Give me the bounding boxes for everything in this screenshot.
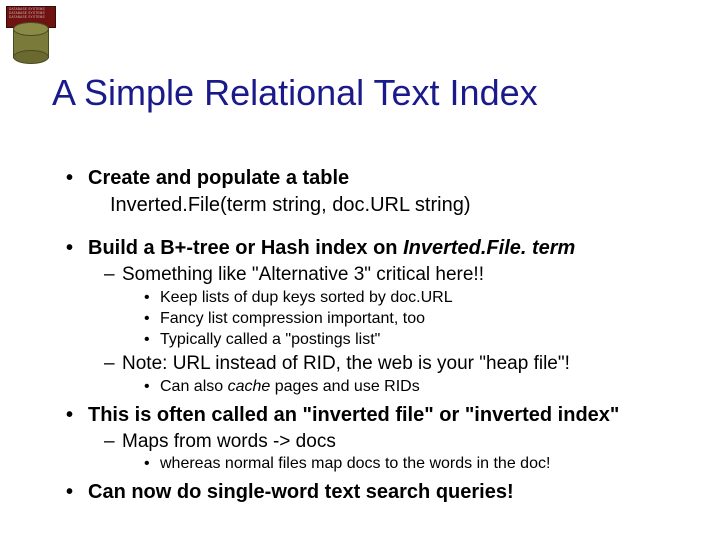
bullet-text: pages and use RIDs — [270, 378, 419, 395]
bullet-text: Typically called a "postings list" — [160, 331, 380, 348]
slide-body: Create and populate a table Inverted.Fil… — [64, 160, 690, 505]
bullet-text: Can also — [160, 378, 228, 395]
logo-line: DATABASE SYSTEMS — [9, 15, 45, 19]
bullet-text: This is often called an "inverted file" … — [88, 404, 619, 426]
slide: DATABASE SYSTEMS DATABASE SYSTEMS DATABA… — [0, 0, 720, 540]
logo: DATABASE SYSTEMS DATABASE SYSTEMS DATABA… — [6, 6, 56, 58]
subsub-compression: Fancy list compression important, too — [64, 309, 690, 329]
subsub-cache: Can also cache pages and use RIDs — [64, 377, 690, 397]
subsub-normal-files: whereas normal files map docs to the wor… — [64, 454, 690, 474]
subbullet-url-rid: Note: URL instead of RID, the web is you… — [64, 352, 690, 376]
bullet-text: whereas normal files map docs to the wor… — [160, 455, 550, 472]
bullet-text: Build a B+-tree or Hash index on — [88, 237, 403, 259]
logo-text: DATABASE SYSTEMS DATABASE SYSTEMS DATABA… — [9, 7, 45, 19]
bullet-text-em: Inverted.File. term — [403, 237, 575, 259]
bullet-text: Create and populate a table — [88, 167, 349, 189]
slide-title: A Simple Relational Text Index — [52, 72, 538, 114]
bullet-text: Something like "Alternative 3" critical … — [122, 264, 484, 285]
bullet-inverted-file: This is often called an "inverted file" … — [64, 403, 690, 428]
bullet-text: Maps from words -> docs — [122, 431, 336, 452]
bullet-single-word: Can now do single-word text search queri… — [64, 480, 690, 505]
subbullet-maps: Maps from words -> docs — [64, 430, 690, 454]
subsub-postings: Typically called a "postings list" — [64, 330, 690, 350]
bullet-create-table: Create and populate a table — [64, 166, 690, 191]
bullet-text: Keep lists of dup keys sorted by doc.URL — [160, 289, 453, 306]
bullet-text-em: cache — [228, 378, 271, 395]
bullet-build-index: Build a B+-tree or Hash index on Inverte… — [64, 236, 690, 261]
bullet-text: Fancy list compression important, too — [160, 310, 425, 327]
bullet-text: Inverted.File(term string, doc.URL strin… — [110, 194, 470, 216]
bullet-table-def: Inverted.File(term string, doc.URL strin… — [64, 193, 690, 218]
database-cylinder-icon — [13, 28, 49, 58]
subsub-dup-keys: Keep lists of dup keys sorted by doc.URL — [64, 288, 690, 308]
subbullet-alt3: Something like "Alternative 3" critical … — [64, 263, 690, 287]
bullet-text: Can now do single-word text search queri… — [88, 481, 514, 503]
bullet-text: Note: URL instead of RID, the web is you… — [122, 353, 570, 374]
